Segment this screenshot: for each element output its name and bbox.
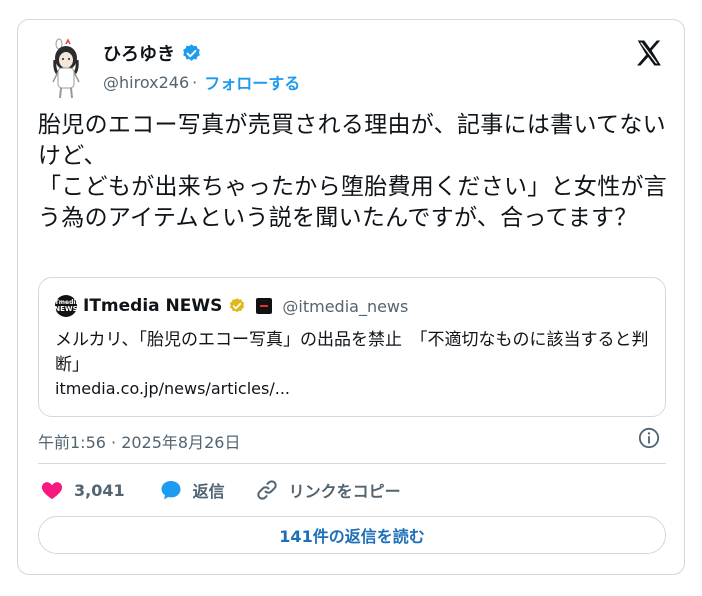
itmedia-logo: ITmedia NEWS [52, 295, 80, 317]
separator-dot: · [192, 72, 198, 92]
quoted-author-row: ITmedia NEWS ITmedia NEWS @itmedia_news [52, 295, 409, 317]
link-icon [256, 480, 277, 500]
author-handle[interactable]: @hirox246 [103, 73, 189, 92]
quoted-article-url[interactable]: itmedia.co.jp/news/articles/... [55, 379, 290, 398]
follow-link[interactable]: フォローする [204, 70, 300, 94]
author-name-row[interactable]: ひろゆき [103, 40, 202, 66]
author-meta: @hirox246 · フォローする [103, 70, 300, 94]
like-count: 3,041 [74, 480, 125, 500]
timestamp[interactable]: 午前1:56 · 2025年8月26日 [38, 429, 240, 453]
action-bar: 3,041 返信 リンクをコピー [40, 478, 401, 502]
copy-link-label: リンクをコピー [288, 482, 401, 501]
tweet-text: 胎児のエコー写真が売買される理由が、記事には書いてないけど、 「こどもが出来ちゃ… [38, 112, 668, 231]
reply-bubble-icon [161, 481, 181, 500]
divider [38, 463, 666, 464]
reply-button[interactable]: 返信 [159, 478, 225, 502]
quoted-author-name: ITmedia NEWS [83, 296, 223, 316]
author-name[interactable]: ひろゆき [103, 40, 175, 66]
quoted-article-title: メルカリ、「胎児のエコー写真」の出品を禁止 「不適切なものに該当すると判断」 [55, 330, 649, 375]
embedded-tweet-card: ひろゆき @hirox246 · フォローする 胎児のエコー写真が売買される理由… [17, 19, 685, 575]
like-button[interactable]: 3,041 [40, 478, 125, 502]
copy-link-button[interactable]: リンクをコピー [255, 478, 401, 502]
avatar[interactable] [44, 38, 88, 100]
info-icon[interactable] [638, 427, 660, 449]
read-replies-button[interactable]: 141件の返信を読む [38, 516, 666, 554]
heart-icon [41, 482, 63, 499]
verified-badge-icon [183, 43, 200, 61]
x-logo-icon[interactable] [634, 38, 664, 68]
quoted-author-handle: @itmedia_news [282, 296, 409, 316]
reply-label: 返信 [192, 482, 225, 501]
quoted-article-card[interactable]: ITmedia NEWS ITmedia NEWS @itmedia_news メ… [38, 277, 666, 417]
affiliate-badge-icon [256, 298, 273, 314]
gold-verified-icon [230, 298, 245, 313]
